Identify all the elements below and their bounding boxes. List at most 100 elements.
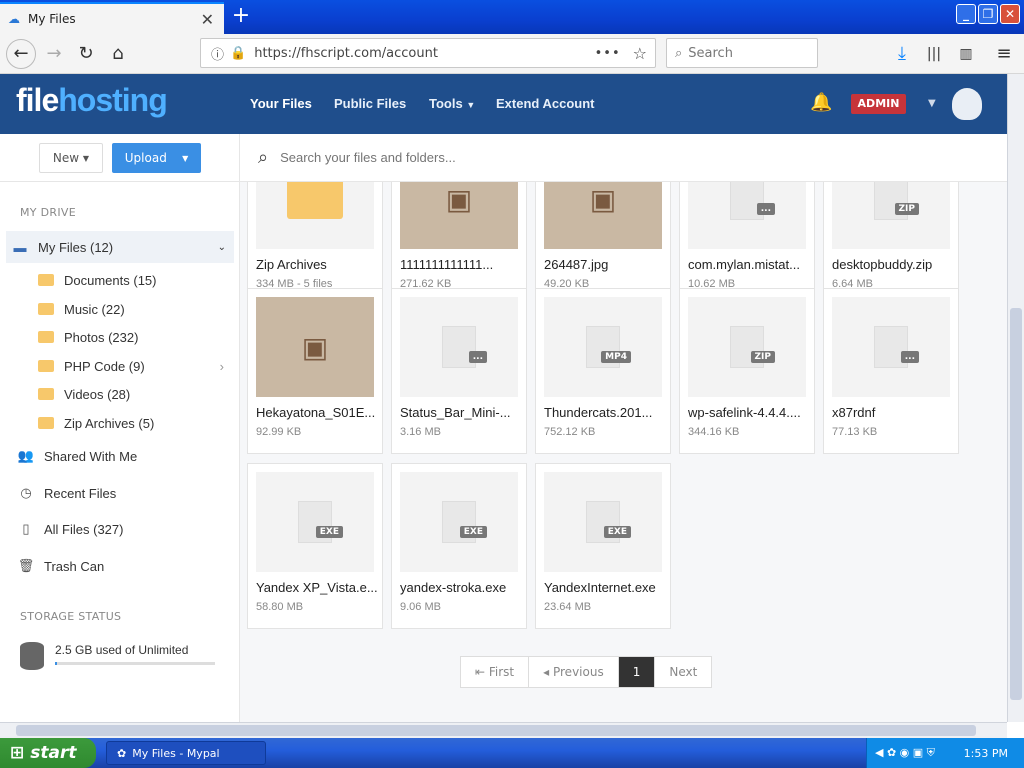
file-name: 1111111111111... [400,257,494,272]
image-preview-icon: ▣ [445,182,473,216]
storage-status-heading: STORAGE STATUS [20,610,122,623]
info-icon[interactable]: ⓘ [211,44,224,63]
filehosting-logo[interactable]: filehosting [16,82,168,119]
browser-search-placeholder: Search [688,45,733,61]
file-name: com.mylan.mistat... [688,257,800,272]
tray-icons[interactable]: ◀ ✿ ◉ ▣ ⛨ [875,746,935,760]
back-icon[interactable]: ← [6,39,36,69]
close-window-button[interactable]: ✕ [1000,4,1020,24]
file-icon: ▯ [22,521,30,536]
image-preview-icon: ▣ [301,330,329,364]
butterfly-icon: ✿ [117,746,127,760]
file-size: 9.06 MB [400,601,441,613]
start-button[interactable]: ⊞ start [0,738,96,768]
new-button[interactable]: New ▼ [39,143,103,173]
file-card[interactable]: EXE yandex-stroka.exe 9.06 MB [391,463,527,629]
file-thumbnail: ... [400,297,518,397]
minimize-button[interactable]: _ [956,4,976,24]
tab-my-files[interactable]: ☁ My Files ✕ [0,2,224,34]
file-type-icon: ZIP [730,326,775,368]
sidebar-item-all-files[interactable]: ▯ All Files (327) [0,513,234,545]
tab-title: My Files [28,12,76,26]
nav-extend-account[interactable]: Extend Account [496,96,594,111]
sidebar-item-trash[interactable]: 🗑 Trash Can [0,550,234,582]
window-title-bar: ☁ My Files ✕ + _ ❐ ✕ [0,0,1024,34]
admin-badge[interactable]: ADMIN [851,94,906,114]
file-card[interactable]: MP4 Thundercats.201... 752.12 KB [535,288,671,454]
search-icon: ⌕ [675,45,683,61]
file-grid: Zip Archives 334 MB - 5 files ▣ 11111111111… [240,182,1007,722]
file-search-input[interactable] [280,150,681,165]
file-card[interactable]: ... Status_Bar_Mini-... 3.16 MB [391,288,527,454]
file-thumbnail: EXE [256,472,374,572]
sidebar-toolbar: New ▼ Upload ▼ [0,134,239,182]
file-card[interactable]: ... x87rdnf 77.13 KB [823,288,959,454]
left-sidebar: New ▼ Upload ▼ MY DRIVE ▬ My Files (12) … [0,134,240,722]
file-size: 344.16 KB [688,426,740,438]
sidebar-toggle-icon[interactable]: ▥ [952,40,980,68]
file-name: Thundercats.201... [544,405,653,420]
nav-public-files[interactable]: Public Files [334,96,406,111]
folder-icon [38,274,54,286]
address-bar[interactable]: ⓘ 🔒 https://fhscript.com/account ••• ☆ [200,38,656,68]
sidebar-item-photos[interactable]: Photos (232) [0,321,234,353]
file-size: 3.16 MB [400,426,441,438]
user-dropdown-icon[interactable]: ▼ [928,98,936,109]
storage-bar [55,662,215,665]
pager-first[interactable]: ⇤ First [461,657,530,687]
home-icon[interactable]: ⌂ [104,40,132,68]
download-icon[interactable]: ⤓ [888,40,916,68]
file-card[interactable]: EXE Yandex XP_Vista.e... 58.80 MB [247,463,383,629]
scroll-thumb[interactable] [1010,308,1022,700]
page-actions-icon[interactable]: ••• [595,46,621,61]
sidebar-item-documents[interactable]: Documents (15) [0,264,234,296]
bell-icon[interactable]: 🔔 [810,92,832,113]
browser-search-box[interactable]: ⌕ Search [666,38,818,68]
url-text: https://fhscript.com/account [254,45,438,61]
pager-next[interactable]: Next [655,657,711,687]
avatar[interactable] [952,88,982,120]
taskbar-item-browser[interactable]: ✿ My Files - Mypal [106,741,266,765]
vertical-scrollbar[interactable] [1007,74,1024,722]
scroll-thumb[interactable] [16,725,976,736]
library-icon[interactable]: ||| [920,40,948,68]
file-name: Status_Bar_Mini-... [400,405,511,420]
file-thumbnail: ▣ [400,182,518,249]
menu-icon[interactable]: ≡ [990,40,1018,68]
horizontal-scrollbar[interactable] [0,722,1007,738]
file-thumbnail: ... [832,297,950,397]
bookmark-star-icon[interactable]: ☆ [633,44,647,63]
upload-button[interactable]: Upload ▼ [112,143,201,173]
close-tab-icon[interactable]: ✕ [201,10,214,29]
restore-button[interactable]: ❐ [978,4,998,24]
users-icon: 👥 [17,448,35,463]
file-size: 92.99 KB [256,426,302,438]
reload-icon[interactable]: ↻ [72,40,100,68]
nav-tools[interactable]: Tools ▼ [429,96,475,111]
sidebar-item-videos[interactable]: Videos (28) [0,378,234,410]
database-icon [20,642,44,670]
new-tab-button[interactable]: + [228,4,254,30]
sidebar-item-zip-archives[interactable]: Zip Archives (5) [0,407,234,439]
file-type-icon: EXE [442,501,487,543]
sidebar-item-recent[interactable]: ◷ Recent Files [0,477,234,509]
pager-previous[interactable]: ◂ Previous [529,657,619,687]
caret-down-icon: ▼ [466,100,476,110]
pager-current[interactable]: 1 [618,657,656,687]
sidebar-item-shared[interactable]: 👥 Shared With Me [0,440,234,472]
cloud-icon: ☁ [8,12,20,26]
file-card[interactable]: ▣ Hekayatona_S01E... 92.99 KB [247,288,383,454]
file-card[interactable]: EXE YandexInternet.exe 23.64 MB [535,463,671,629]
sidebar-item-my-files[interactable]: ▬ My Files (12) ⌄ [6,231,234,263]
pagination: ⇤ First ◂ Previous 1 Next [460,656,713,688]
nav-your-files[interactable]: Your Files [250,96,312,111]
trash-icon: 🗑 [17,558,35,573]
file-name: Hekayatona_S01E... [256,405,376,420]
forward-icon[interactable]: → [40,40,68,68]
chevron-down-icon[interactable]: ⌄ [218,242,226,253]
file-thumbnail: ZIP [688,297,806,397]
file-type-icon: MP4 [586,326,631,368]
file-thumbnail: EXE [544,472,662,572]
chevron-right-icon[interactable]: › [220,359,224,374]
file-card[interactable]: ZIP wp-safelink-4.4.4.... 344.16 KB [679,288,815,454]
